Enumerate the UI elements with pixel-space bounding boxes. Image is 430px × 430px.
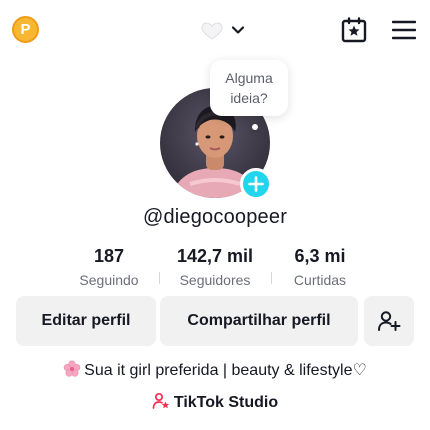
stat-followers-value: 142,7 mil [176,246,254,266]
stat-followers-label: Seguidores [179,272,251,288]
profile-stats: 187 Seguindo 142,7 mil Seguidores 6,3 mi… [0,246,430,292]
stat-likes[interactable]: 6,3 mi Curtidas [277,246,363,288]
add-story-button[interactable] [240,168,272,200]
white-heart-icon [201,22,223,40]
plus-icon [248,176,264,192]
person-star-icon [152,392,169,409]
calendar-star-icon[interactable] [340,16,368,44]
edit-profile-button[interactable]: Editar perfil [16,296,156,346]
cherry-blossom-icon [63,360,81,377]
note-bubble-line-2: ideia? [230,90,268,106]
tiktok-studio-label: TikTok Studio [173,394,279,411]
stat-following-value: 187 [93,246,125,266]
stat-following[interactable]: 187 Seguindo [66,246,152,288]
stat-likes-value: 6,3 mi [294,246,346,266]
top-bar: P [0,0,430,60]
chevron-down-icon [231,26,245,34]
add-friend-icon [378,311,401,331]
stat-following-label: Seguindo [79,272,139,288]
stat-followers[interactable]: 142,7 mil Seguidores [166,246,264,288]
hamburger-menu-icon[interactable] [392,19,416,41]
stat-likes-label: Curtidas [293,272,347,288]
stat-divider [271,272,272,284]
share-profile-button[interactable]: Compartilhar perfil [160,296,358,346]
username: @diegocoopeer [142,206,288,228]
add-friend-button[interactable] [364,296,414,346]
note-bubble-line-1: Alguma [225,70,273,86]
tiktok-studio-link[interactable]: TikTok Studio [0,392,430,412]
profile-bio: Sua it girl preferida | beauty & lifesty… [0,360,430,380]
note-bubble[interactable]: Alguma ideia? [210,60,288,116]
coin-icon[interactable]: P [12,16,39,43]
bio-text: Sua it girl preferida | beauty & lifesty… [84,362,367,379]
account-switcher[interactable] [200,18,246,42]
stat-divider [159,272,160,284]
note-bubble-tail [252,124,258,130]
